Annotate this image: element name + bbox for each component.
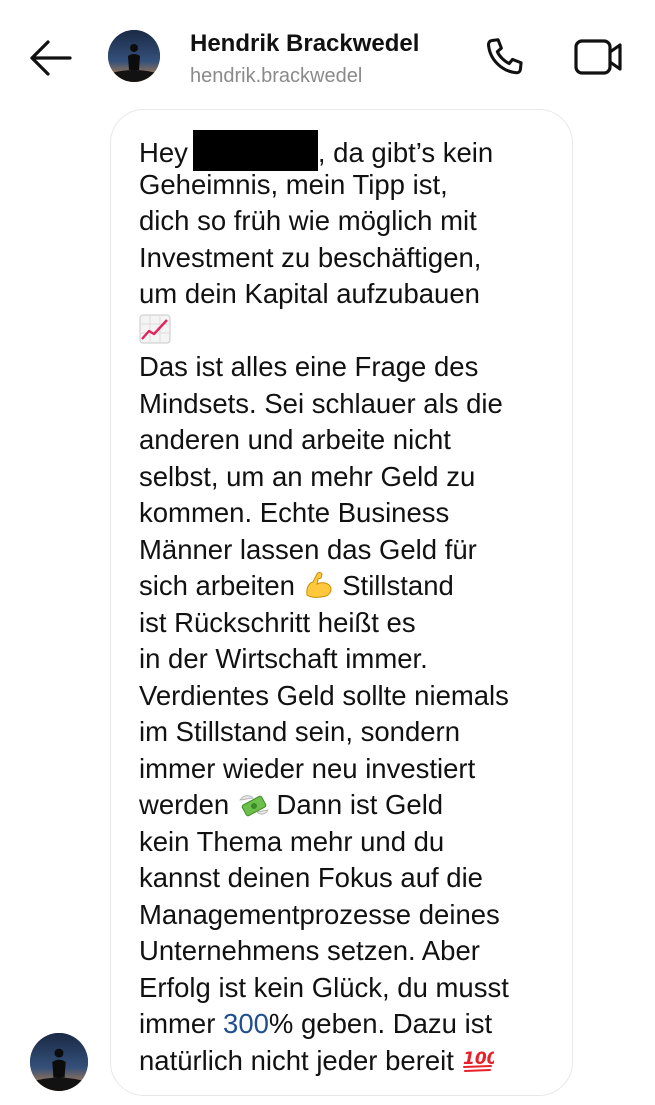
- phone-icon: [486, 38, 523, 75]
- message-text-segment: Stillstand: [334, 570, 454, 601]
- call-button[interactable]: [482, 34, 528, 80]
- contact-name: Hendrik Brackwedel: [190, 30, 420, 57]
- message-text-segment: werden: [139, 789, 230, 820]
- sender-avatar[interactable]: [30, 1033, 88, 1091]
- chat-header: Hendrik Brackwedel hendrik.brackwedel: [0, 0, 655, 110]
- message-line: im Stillstand sein, sondern: [139, 716, 460, 747]
- message-line: Erfolg ist kein Glück, du musst: [139, 971, 509, 1003]
- message-line: sich arbeiten Stillstand: [139, 568, 559, 605]
- message-line: kannst deinen Fokus auf die: [139, 862, 483, 893]
- message-line: natürlich nicht jeder bereit 100: [139, 1043, 559, 1080]
- message-line: Das ist alles eine Frage des: [139, 351, 479, 382]
- message-text-segment: Dann ist Geld: [268, 789, 444, 820]
- message-line: Verdientes Geld sollte niemals: [139, 679, 509, 711]
- avatar-image: [30, 1033, 88, 1091]
- message-line: [139, 313, 559, 350]
- message-text-segment: sich arbeiten: [139, 570, 295, 601]
- message-text: Hey , da gibt’s kein Geheimnis, mein Tipp…: [139, 130, 559, 1079]
- video-call-button[interactable]: [570, 34, 626, 80]
- message-line: selbst, um an mehr Geld zu: [139, 460, 476, 492]
- message-line: Investment zu beschäftigen,: [139, 241, 482, 273]
- message-text-segment: , da gibt’s kein: [317, 137, 494, 168]
- message-text-segment: Hey: [139, 137, 188, 168]
- message-line: Hey , da gibt’s kein: [139, 130, 559, 171]
- message-line: um dein Kapital aufzubauen: [139, 278, 480, 309]
- arrow-left-icon: [30, 40, 72, 76]
- message-line: werden Dann ist Geld: [139, 787, 559, 824]
- message-line: Männer lassen das Geld für: [139, 533, 477, 565]
- flexed-biceps-emoji: [303, 569, 335, 599]
- message-line: in der Wirtschaft immer.: [139, 643, 428, 674]
- video-camera-icon: [574, 39, 622, 75]
- message-line: kommen. Echte Business: [139, 497, 450, 528]
- message-line: Mindsets. Sei schlauer als die: [139, 387, 503, 419]
- message-line: anderen und arbeite nicht: [139, 424, 451, 455]
- message-line: Geheimnis, mein Tipp ist,: [139, 168, 448, 200]
- chart-increasing-emoji: [139, 314, 171, 344]
- money-with-wings-emoji: [237, 788, 269, 818]
- message-line: dich so früh wie möglich mit: [139, 205, 477, 236]
- highlighted-number[interactable]: 300: [223, 1008, 269, 1039]
- message-text-segment: natürlich nicht jeder bereit: [139, 1044, 454, 1076]
- message-line: ist Rückschritt heißt es: [139, 606, 416, 638]
- contact-info[interactable]: Hendrik Brackwedel hendrik.brackwedel: [190, 30, 419, 88]
- redaction-bar: [192, 130, 318, 171]
- message-line: kein Thema mehr und du: [139, 825, 445, 857]
- message-text-segment: % geben. Dazu ist: [268, 1008, 493, 1039]
- back-button[interactable]: [26, 36, 74, 80]
- avatar[interactable]: [108, 30, 160, 82]
- message-line: immer 300% geben. Dazu ist: [139, 1006, 559, 1043]
- hundred-points-emoji: 100: [462, 1044, 494, 1074]
- avatar-image: [108, 30, 160, 82]
- contact-handle: hendrik.brackwedel: [190, 65, 363, 87]
- message-text-segment: immer: [139, 1008, 224, 1039]
- message-line: Unternehmens setzen. Aber: [139, 935, 480, 966]
- message-line: immer wieder neu investiert: [139, 752, 476, 784]
- message-line: Managementprozesse deines: [139, 898, 500, 930]
